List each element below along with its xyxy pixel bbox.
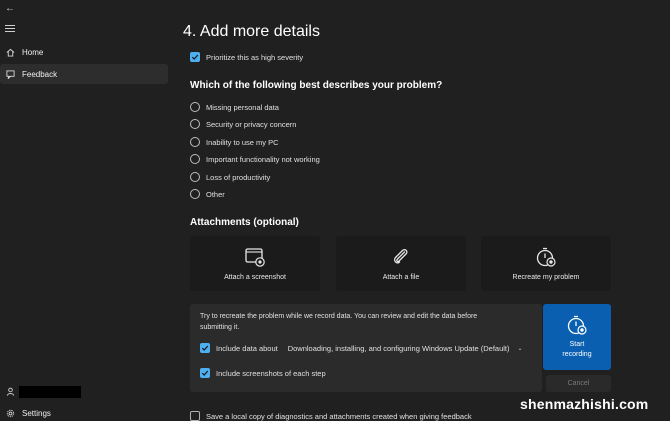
feedback-icon	[5, 69, 15, 79]
card-label: Attach a screenshot	[224, 274, 286, 281]
include-data-row[interactable]: Include data about Downloading, installi…	[200, 343, 523, 353]
start-recording-button[interactable]: Start recording	[543, 304, 611, 370]
radio-button[interactable]	[190, 119, 200, 129]
radio-option[interactable]: Security or privacy concern	[190, 119, 296, 129]
problem-question: Which of the following best describes yo…	[190, 80, 443, 91]
card-label: Recreate my problem	[512, 274, 580, 281]
attach-screenshot-card[interactable]: Attach a screenshot	[190, 236, 320, 291]
recreate-instructions: Try to recreate the problem while we rec…	[200, 313, 478, 331]
radio-label: Missing personal data	[206, 102, 279, 112]
page-title: 4. Add more details	[183, 23, 320, 40]
radio-button[interactable]	[190, 172, 200, 182]
include-data-checkbox[interactable]	[200, 343, 210, 353]
radio-button[interactable]	[190, 137, 200, 147]
save-copy-row[interactable]: Save a local copy of diagnostics and att…	[190, 411, 472, 421]
radio-option[interactable]: Inability to use my PC	[190, 137, 279, 147]
stopwatch-record-icon	[567, 315, 587, 335]
main-content: 4. Add more details Prioritize this as h…	[168, 0, 670, 421]
home-icon	[5, 47, 15, 57]
back-arrow-icon[interactable]: ←	[5, 3, 17, 15]
include-data-label: Include data about	[216, 343, 278, 353]
include-screenshots-row[interactable]: Include screenshots of each step	[200, 368, 326, 378]
radio-label: Loss of productivity	[206, 172, 271, 182]
cancel-button[interactable]: Cancel	[546, 375, 611, 392]
radio-option[interactable]: Other	[190, 189, 225, 199]
sidebar-item-label: Feedback	[22, 69, 58, 79]
sidebar: ← Home Feedback Settings	[0, 0, 168, 421]
recreate-problem-card[interactable]: Recreate my problem	[481, 236, 611, 291]
sidebar-item-label: Home	[22, 47, 44, 57]
hamburger-menu-icon[interactable]	[5, 25, 15, 35]
attachments-heading: Attachments (optional)	[190, 217, 299, 228]
data-category-dropdown[interactable]: Downloading, installing, and configuring…	[288, 344, 510, 353]
radio-button[interactable]	[190, 102, 200, 112]
stopwatch-icon	[536, 247, 556, 267]
sidebar-item-settings[interactable]: Settings	[0, 403, 168, 421]
severity-checkbox-row[interactable]: Prioritize this as high severity	[190, 52, 303, 62]
sidebar-item-feedback[interactable]: Feedback	[0, 64, 168, 84]
user-name-redacted	[19, 386, 81, 398]
chevron-down-icon[interactable]: ⌄	[518, 345, 523, 352]
gear-icon	[5, 408, 15, 418]
radio-option[interactable]: Loss of productivity	[190, 172, 270, 182]
include-screenshots-label: Include screenshots of each step	[216, 368, 326, 378]
start-recording-label-2: recording	[562, 351, 592, 358]
radio-option[interactable]: Missing personal data	[190, 102, 279, 112]
radio-button[interactable]	[190, 189, 200, 199]
radio-label: Security or privacy concern	[206, 119, 297, 129]
watermark: shenmazhishi.com	[520, 396, 649, 412]
save-copy-checkbox[interactable]	[190, 411, 200, 421]
radio-option[interactable]: Important functionality not working	[190, 154, 320, 164]
radio-button[interactable]	[190, 154, 200, 164]
screenshot-icon	[245, 248, 265, 267]
severity-label: Prioritize this as high severity	[206, 52, 304, 62]
recreate-panel: Try to recreate the problem while we rec…	[190, 304, 542, 392]
include-screenshots-checkbox[interactable]	[200, 368, 210, 378]
radio-label: Important functionality not working	[206, 154, 320, 164]
radio-label: Other	[206, 189, 225, 199]
person-icon	[5, 386, 15, 396]
save-copy-label: Save a local copy of diagnostics and att…	[206, 411, 472, 421]
severity-checkbox[interactable]	[190, 52, 200, 62]
start-recording-label-1: Start	[569, 341, 585, 348]
paperclip-icon	[394, 249, 408, 264]
card-label: Attach a file	[382, 274, 420, 281]
attach-file-card[interactable]: Attach a file	[336, 236, 466, 291]
sidebar-item-home[interactable]: Home	[0, 42, 168, 62]
radio-label: Inability to use my PC	[206, 137, 279, 147]
sidebar-item-label: Settings	[22, 408, 51, 418]
